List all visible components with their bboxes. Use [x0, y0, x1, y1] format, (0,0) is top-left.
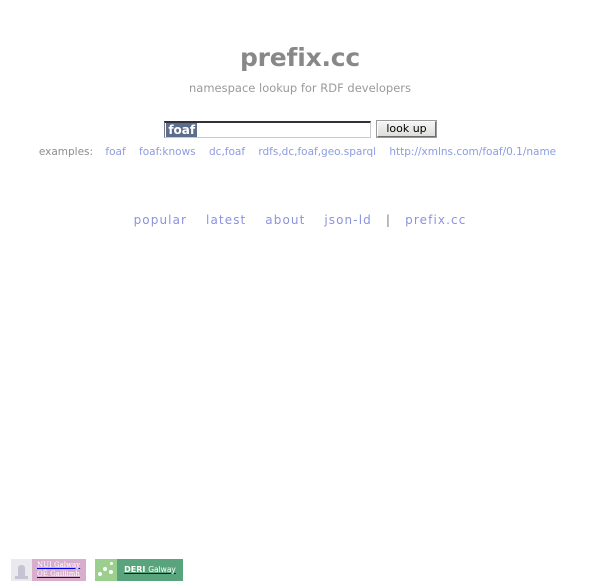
- nui-logo-line1: NUI Galway: [37, 561, 81, 569]
- deri-logo-line1: DERI: [124, 565, 146, 574]
- nav-link-latest[interactable]: latest: [206, 213, 246, 227]
- prefix-search-input[interactable]: foaf: [164, 121, 372, 139]
- example-link-foaf-name-uri[interactable]: http://xmlns.com/foaf/0.1/name: [389, 146, 556, 158]
- nav-separator: |: [385, 213, 392, 228]
- search-input-value: foaf: [166, 123, 198, 138]
- example-link-foaf[interactable]: foaf: [105, 146, 125, 158]
- nav-link-json-ld[interactable]: json-ld: [324, 213, 372, 227]
- network-nodes-icon: [95, 559, 118, 581]
- lookup-form: foaf look up: [0, 120, 600, 139]
- main-nav: popular latest about json-ld | prefix.cc: [0, 213, 600, 227]
- deri-galway-logo-text: DERI Galway: [117, 559, 183, 581]
- page-title: prefix.cc: [239, 43, 361, 72]
- examples-label: examples:: [38, 146, 94, 159]
- deri-galway-logo[interactable]: DERI Galway: [95, 559, 183, 581]
- nui-crest-icon: [11, 559, 32, 581]
- footer-logos: NUI Galway OÉ Gaillimh DERI Galway: [11, 559, 183, 581]
- deri-logo-line2: Galway: [148, 565, 176, 574]
- example-link-foaf-knows[interactable]: foaf:knows: [139, 146, 196, 158]
- nav-link-popular[interactable]: popular: [134, 213, 188, 227]
- nav-link-prefix-cc[interactable]: prefix.cc: [405, 213, 466, 227]
- example-link-rdfs-dc-foaf-geo-sparql[interactable]: rdfs,dc,foaf,geo.sparql: [258, 146, 376, 158]
- look-up-button[interactable]: look up: [376, 120, 437, 139]
- nui-galway-logo-text: NUI Galway OÉ Gaillimh: [32, 559, 87, 581]
- page-tagline: namespace lookup for RDF developers: [189, 80, 411, 95]
- example-link-dc-foaf[interactable]: dc,foaf: [209, 146, 245, 158]
- examples-row: examples: foaf foaf:knows dc,foaf rdfs,d…: [0, 146, 600, 158]
- page-header: prefix.cc namespace lookup for RDF devel…: [0, 0, 600, 95]
- nui-logo-line2: OÉ Gaillimh: [37, 569, 80, 578]
- nav-link-about[interactable]: about: [265, 213, 305, 227]
- nui-galway-logo[interactable]: NUI Galway OÉ Gaillimh: [11, 559, 87, 581]
